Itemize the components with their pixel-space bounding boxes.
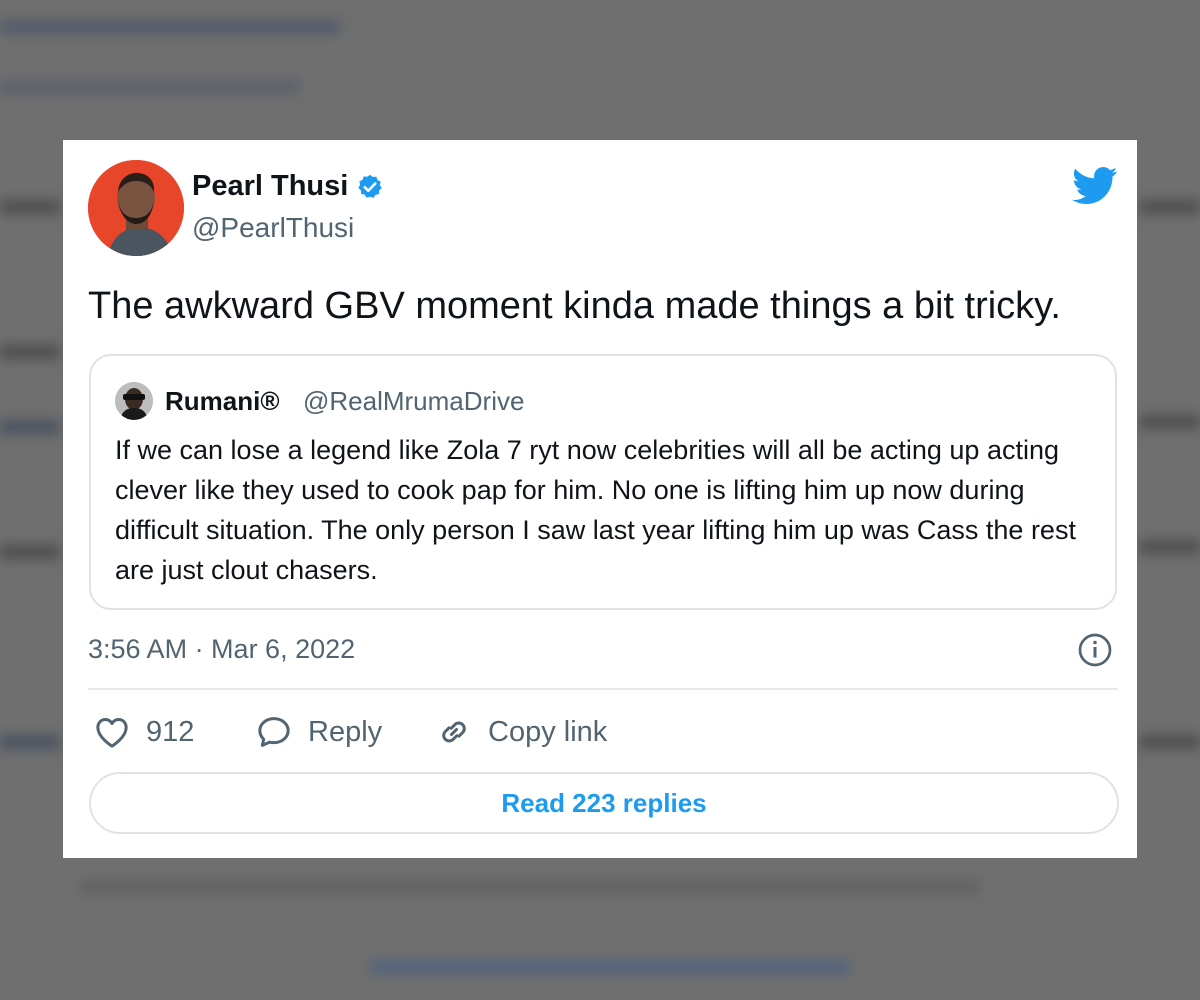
- quoted-author-avatar: [115, 382, 153, 420]
- heart-icon: [96, 718, 128, 748]
- background-streak: [80, 880, 980, 894]
- background-streak: [1140, 200, 1200, 214]
- avatar-portrait-icon: [88, 160, 184, 256]
- read-replies-button[interactable]: Read 223 replies: [89, 772, 1119, 834]
- author-name[interactable]: Pearl Thusi: [192, 170, 348, 203]
- background-streak: [0, 200, 60, 214]
- background-streak: [370, 960, 850, 974]
- author-name-row: Pearl Thusi: [192, 170, 384, 203]
- author-avatar[interactable]: [88, 160, 184, 256]
- background-streak: [1140, 540, 1200, 554]
- copy-link-button[interactable]: Copy link: [434, 712, 607, 752]
- background-streak: [0, 80, 300, 94]
- background-streak: [0, 420, 60, 434]
- background-streak: [0, 20, 340, 34]
- quoted-tweet-text: If we can lose a legend like Zola 7 ryt …: [115, 435, 1076, 585]
- background-streak: [0, 545, 60, 559]
- info-icon[interactable]: [1077, 632, 1113, 668]
- speech-bubble-icon: [258, 717, 290, 747]
- twitter-bird-icon[interactable]: [1072, 166, 1118, 206]
- reply-button[interactable]: Reply: [254, 712, 382, 752]
- like-count: 912: [146, 715, 195, 748]
- reply-label: Reply: [308, 715, 383, 748]
- quoted-tweet[interactable]: Rumani® @RealMrumaDrive If we can lose a…: [89, 354, 1117, 610]
- tweet-text: The awkward GBV moment kinda made things…: [88, 285, 1061, 327]
- author-handle[interactable]: @PearlThusi: [192, 212, 354, 244]
- quoted-author-name: Rumani®: [165, 386, 280, 416]
- divider: [88, 688, 1118, 690]
- verified-badge-icon: [358, 174, 382, 198]
- copy-link-label: Copy link: [488, 715, 608, 748]
- link-icon: [442, 721, 466, 743]
- background-streak: [0, 735, 60, 749]
- tweet-timestamp[interactable]: 3:56 AM · Mar 6, 2022: [88, 634, 355, 665]
- background-streak: [1140, 415, 1200, 429]
- quoted-avatar-icon: [115, 382, 153, 420]
- background-streak: [1140, 735, 1200, 749]
- quoted-author-handle: @RealMrumaDrive: [303, 386, 525, 416]
- like-button[interactable]: 912: [92, 712, 194, 752]
- background-streak: [0, 345, 60, 359]
